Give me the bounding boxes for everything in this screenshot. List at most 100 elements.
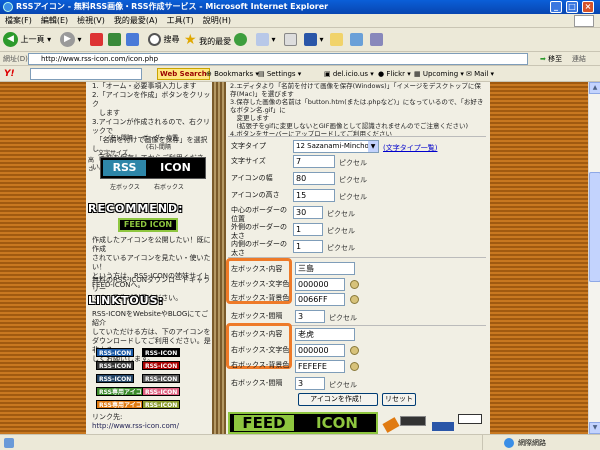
refresh-button[interactable] — [108, 31, 121, 49]
maximize-button[interactable]: □ — [566, 1, 578, 13]
back-button[interactable]: ◀ 上一頁 ▾ — [3, 31, 51, 49]
folder-button[interactable] — [330, 31, 343, 49]
left-box-content-input[interactable]: 三島 — [295, 262, 355, 275]
messenger-icon — [350, 33, 363, 46]
link-badge-5[interactable]: RSS-ICON — [96, 374, 135, 383]
left-box-content-label: 左ボックス-内容 — [231, 265, 283, 273]
font-type-label: 文字タイプ — [231, 142, 266, 150]
right-box-text-color-label: 右ボックス-文字色 — [231, 346, 290, 354]
scroll-thumb[interactable] — [589, 172, 600, 282]
favorites-button[interactable]: ★ 我的最愛 — [184, 31, 231, 49]
mail-button-yahoo[interactable]: ✉ Mail ▾ — [466, 66, 494, 82]
address-input[interactable]: http://www.rss-icon.com/icon.php — [28, 53, 528, 65]
reset-button[interactable]: リセット — [382, 393, 416, 406]
color-picker-icon[interactable] — [350, 295, 359, 304]
outer-border-input[interactable]: 1 — [293, 223, 323, 236]
right-box-text-color-input[interactable]: 000000 — [295, 344, 345, 357]
favorites-label: 我的最愛 — [199, 37, 232, 46]
color-picker-icon[interactable] — [350, 280, 359, 289]
bookmarks-button[interactable]: ⊕ Bookmarks ▾ — [206, 66, 259, 82]
go-button[interactable]: ➡ 移至 — [540, 54, 562, 64]
icon-height-unit: ピクセル — [339, 193, 367, 201]
diagram-icon: RSS ICON — [100, 157, 206, 179]
zone-label: 網際網路 — [518, 439, 546, 447]
close-button[interactable]: × — [582, 1, 594, 13]
menu-help[interactable]: 說明(H) — [203, 16, 231, 25]
yahoo-logo[interactable]: Y! — [4, 66, 15, 82]
menu-tools[interactable]: 工具(T) — [167, 16, 194, 25]
right-box-spacing-input[interactable]: 3 — [295, 377, 325, 390]
scroll-up-arrow[interactable]: ▲ — [589, 82, 600, 94]
standard-toolbar: ◀ 上一頁 ▾ ▶ ▾ 搜尋 ★ 我的最愛 ▾ ▾ — [0, 28, 600, 52]
rss-badge-white — [458, 414, 482, 424]
left-box-bg-color-input[interactable]: 0066FF — [295, 293, 345, 306]
left-box-spacing-input[interactable]: 3 — [295, 310, 325, 323]
history-button[interactable] — [234, 31, 247, 49]
link-badge-10[interactable]: RSS-ICON — [142, 400, 181, 409]
link-badge-4[interactable]: RSS-ICON — [142, 361, 181, 370]
font-type-select[interactable]: 12 Sazanami-Mincho ▼ — [293, 140, 379, 153]
internet-explorer-icon — [3, 2, 13, 12]
center-border-unit: ピクセル — [327, 210, 355, 218]
mail-button[interactable]: ▾ — [256, 31, 276, 49]
link-badge-3[interactable]: RSS-ICON — [96, 361, 135, 370]
column-divider — [212, 82, 226, 434]
center-border-input[interactable]: 30 — [293, 206, 323, 219]
outer-border-unit: ピクセル — [327, 227, 355, 235]
icon-width-unit: ピクセル — [339, 176, 367, 184]
forward-button[interactable]: ▶ ▾ — [60, 31, 82, 49]
left-box-spacing-label: 左ボックス-間隔 — [231, 312, 283, 320]
settings-button[interactable]: ▤ Settings ▾ — [258, 66, 301, 82]
scroll-down-arrow[interactable]: ▼ — [589, 422, 600, 434]
vertical-scrollbar[interactable]: ▲ ▼ — [588, 82, 600, 434]
color-picker-icon[interactable] — [350, 346, 359, 355]
menu-view[interactable]: 檢視(V) — [77, 16, 105, 25]
diagram-left-box: RSS — [103, 160, 146, 176]
right-box-content-input[interactable]: 老虎 — [295, 328, 355, 341]
flickr-button[interactable]: ● Flickr ▾ — [378, 66, 411, 82]
address-label: 網址(D) — [3, 55, 28, 63]
right-box-bg-color-input[interactable]: FEFEFE — [295, 360, 345, 373]
menu-edit[interactable]: 編輯(E) — [41, 16, 68, 25]
yahoo-search-input[interactable] — [30, 68, 142, 80]
menu-bar: 檔案(F) 編輯(E) 檢視(V) 我的最愛(A) 工具(T) 說明(H) — [0, 14, 600, 28]
word-button[interactable]: ▾ — [304, 31, 324, 49]
diagram-label-height: 高さ — [88, 157, 95, 173]
create-icon-button[interactable]: アイコンを作成！ — [298, 393, 378, 406]
row-label-icon-height: アイコンの高さ — [231, 191, 280, 199]
messenger-button[interactable] — [350, 31, 363, 49]
icon-width-input[interactable]: 80 — [293, 172, 335, 185]
refresh-icon — [108, 33, 121, 46]
research-button[interactable] — [370, 31, 383, 49]
link-badge-6[interactable]: RSS-ICON — [142, 374, 181, 383]
left-box-text-color-input[interactable]: 000000 — [295, 278, 345, 291]
search-button[interactable]: 搜尋 — [148, 31, 180, 49]
link-badge-2[interactable]: RSS-ICON — [142, 348, 181, 357]
text-size-input[interactable]: 7 — [293, 155, 335, 168]
delicious-button[interactable]: ▣ del.icio.us ▾ — [324, 66, 374, 82]
rss-badge-blue — [432, 422, 454, 431]
feed-icon-badge[interactable]: FEED ICON — [118, 218, 178, 232]
stop-button[interactable] — [90, 31, 103, 49]
windows-logo-icon — [574, 15, 594, 27]
links-button[interactable]: 連結 — [572, 54, 586, 64]
minimize-button[interactable]: _ — [550, 1, 562, 13]
diagram-label-border-pos: ボーダー位置 — [142, 135, 179, 142]
stop-icon — [90, 33, 103, 46]
menu-favorites[interactable]: 我的最愛(A) — [114, 16, 158, 25]
color-picker-icon[interactable] — [350, 362, 359, 371]
row-label-text-size: 文字サイズ — [231, 157, 266, 165]
inner-border-input[interactable]: 1 — [293, 240, 323, 253]
upcoming-button[interactable]: ▦ Upcoming ▾ — [414, 66, 464, 82]
menu-file[interactable]: 檔案(F) — [5, 16, 32, 25]
link-url[interactable]: http://www.rss-icon.com/ — [92, 422, 179, 431]
web-search-button[interactable]: Web Search — [157, 68, 210, 80]
link-badge-8[interactable]: RSS-ICON — [142, 387, 181, 396]
feed-icon-banner[interactable]: FEED ICON — [228, 412, 378, 434]
icon-height-input[interactable]: 15 — [293, 189, 335, 202]
font-list-link[interactable]: (文字タイプ一覧) — [383, 143, 437, 153]
home-button[interactable] — [126, 31, 139, 49]
link-badge-1[interactable]: RSS-ICON — [96, 348, 135, 357]
right-box-spacing-unit: ピクセル — [329, 381, 357, 389]
print-button[interactable] — [284, 31, 297, 49]
